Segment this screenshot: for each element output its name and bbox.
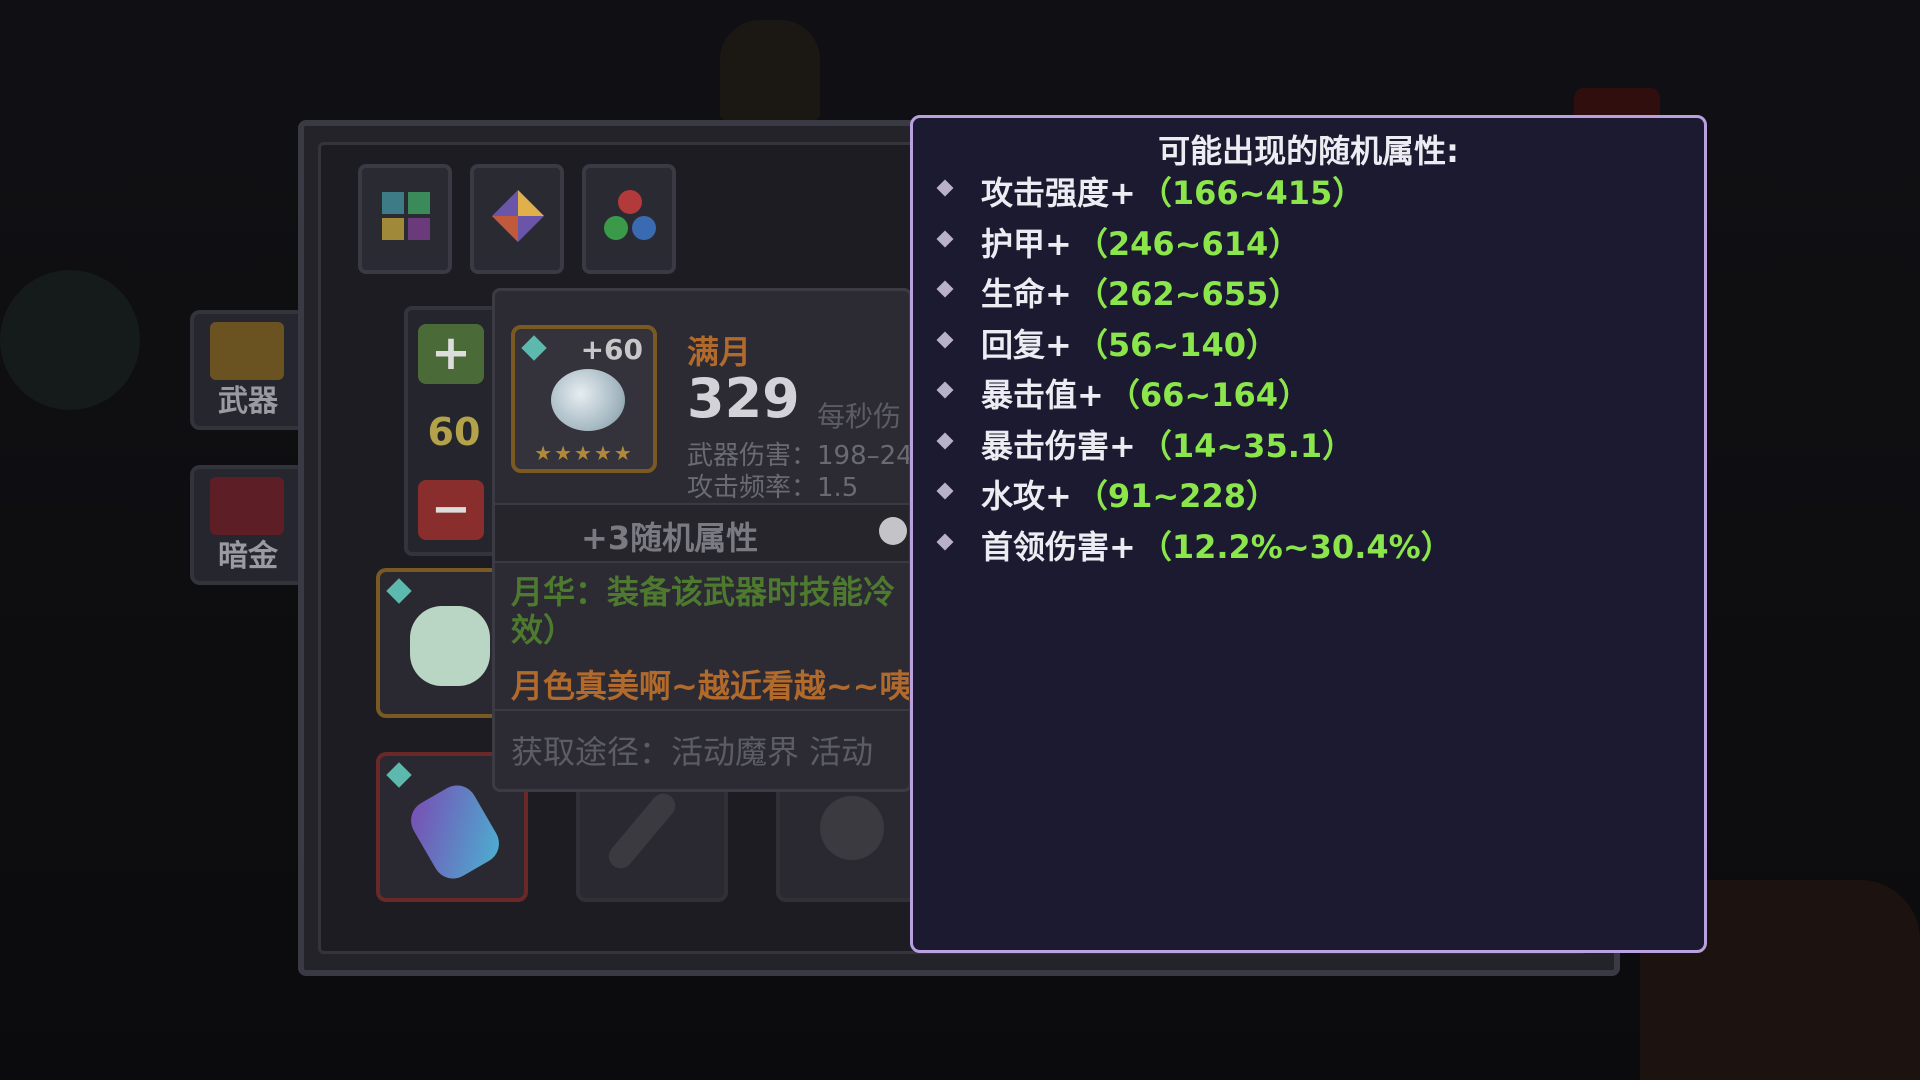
enhance-level: +60 <box>580 333 643 366</box>
feather-weapon-icon <box>603 788 681 874</box>
tab-weapon-label: 武器 <box>218 384 278 419</box>
weapon-detail-card: +60 ★★★★★ 满月 329 每秒伤 武器伤害：198–24 攻击频率：1.… <box>492 288 912 792</box>
dark-gold-chest-icon <box>210 477 284 535</box>
random-attributes-row[interactable]: +3随机属性 <box>495 503 909 563</box>
attribute-range: （246~614） <box>1075 224 1301 263</box>
diamond-bullet-icon <box>936 482 954 500</box>
item-slot-dragon[interactable] <box>376 568 506 718</box>
attribute-range: （91~228） <box>1075 477 1278 515</box>
weapon-icon-frame: +60 ★★★★★ <box>511 325 657 473</box>
attribute-name: 暴击伤害+ <box>981 426 1136 465</box>
popup-title: 可能出现的随机属性: <box>1158 132 1459 170</box>
diamond-icon <box>492 190 544 242</box>
full-moon-weapon-icon <box>551 369 625 431</box>
rarity-stars: ★★★★★ <box>534 441 634 465</box>
dps-label: 每秒伤 <box>817 400 902 433</box>
attribute-name: 攻击强度+ <box>981 174 1136 212</box>
level-stepper: + 60 − <box>404 306 504 556</box>
attribute-name: 水攻+ <box>981 477 1072 515</box>
attribute-name: 回复+ <box>981 325 1072 364</box>
attribute-range: （66~164） <box>1107 376 1310 414</box>
attribute-range: （56~140） <box>1075 325 1278 364</box>
category-all-button[interactable] <box>358 164 452 274</box>
tab-weapon[interactable]: 武器 <box>190 310 306 430</box>
diamond-bullet-icon <box>936 179 954 197</box>
sword-chest-icon <box>210 322 284 380</box>
tab-dark-gold[interactable]: 暗金 <box>190 465 306 585</box>
skill-description: 月华：装备该武器时技能冷 效） <box>511 573 909 649</box>
diamond-bullet-icon <box>936 230 954 247</box>
increase-button[interactable]: + <box>418 324 484 384</box>
tab-dark-gold-label: 暗金 <box>218 539 278 574</box>
diamond-bullet-icon <box>936 381 954 399</box>
category-gem-button[interactable] <box>470 164 564 274</box>
gem-icon <box>386 762 412 788</box>
gem-icon <box>521 335 547 361</box>
random-attributes-label: +3随机属性 <box>581 519 759 557</box>
diamond-bullet-icon <box>936 280 954 298</box>
grid-icon <box>382 192 430 240</box>
attribute-range: （14~35.1） <box>1139 426 1355 465</box>
category-orb-button[interactable] <box>582 164 676 274</box>
source-text: 获取途径：活动魔界 活动 <box>511 733 874 771</box>
diamond-bullet-icon <box>936 432 954 449</box>
attribute-name: 护甲+ <box>981 224 1072 263</box>
info-toggle[interactable] <box>879 517 907 545</box>
level-value: 60 <box>427 410 481 454</box>
attribute-name: 生命+ <box>981 275 1072 313</box>
decrease-button[interactable]: − <box>418 480 484 540</box>
diamond-bullet-icon <box>936 331 954 348</box>
attribute-range: （166~415） <box>1139 174 1365 212</box>
attribute-range: （262~655） <box>1075 275 1301 313</box>
weapon-power: 329 <box>687 367 800 430</box>
attribute-name: 首领伤害+ <box>981 527 1136 566</box>
attribute-name: 暴击值+ <box>981 376 1104 414</box>
dragon-pet-icon <box>410 606 490 686</box>
flavor-text: 月色真美啊~越近看越~~咦 <box>511 667 912 705</box>
skill-line-1: 月华：装备该武器时技能冷 <box>511 573 896 611</box>
diamond-bullet-icon <box>936 533 954 550</box>
random-attributes-popup[interactable]: 可能出现的随机属性: 攻击强度+ （166~415） 护甲+ （246~614） 生… <box>910 115 1707 953</box>
attribute-range: （12.2%~30.4%） <box>1139 527 1453 566</box>
source-row: 获取途径：活动魔界 活动 <box>495 709 909 789</box>
gear-orb-icon <box>820 796 884 860</box>
attack-rate-stat: 攻击频率：1.5 <box>687 473 859 503</box>
orbs-icon <box>604 190 656 240</box>
skill-line-2: 效） <box>511 611 576 649</box>
rocket-weapon-icon <box>403 778 507 886</box>
gem-icon <box>386 578 412 604</box>
